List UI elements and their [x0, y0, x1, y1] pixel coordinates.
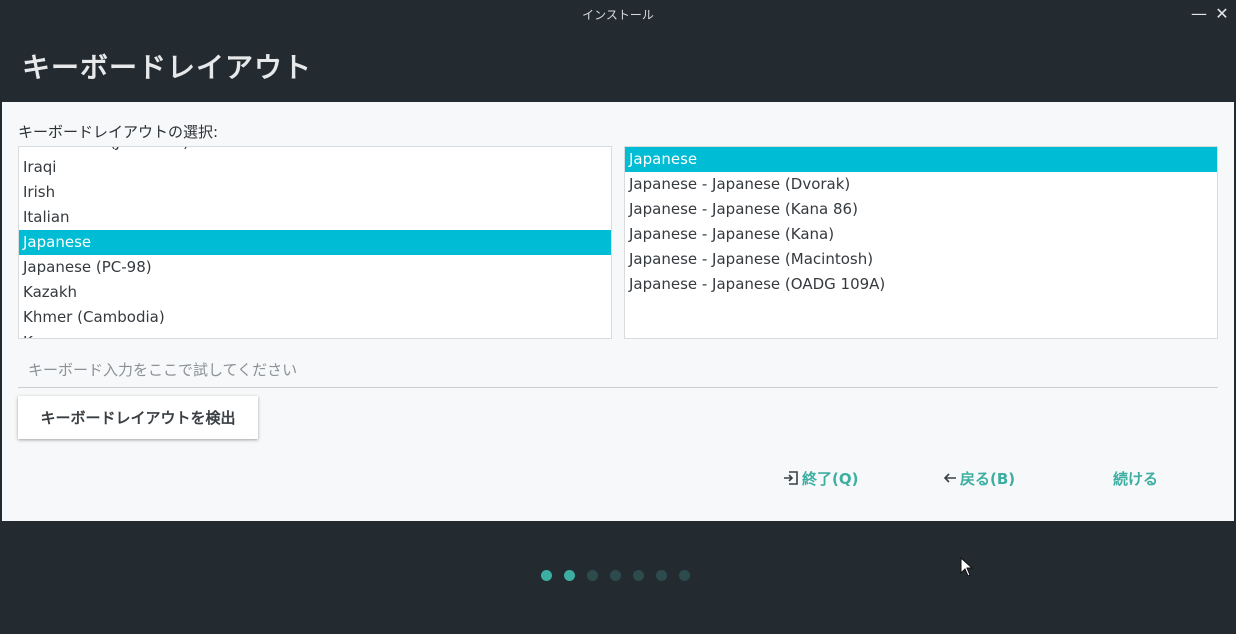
- installer-window: インストール — ✕ キーボードレイアウト キーボードレイアウトの選択: Ind…: [0, 0, 1236, 634]
- keyboard-layout-list-items: Indonesian (Javanese)IraqiIrishItalianJa…: [19, 147, 611, 338]
- step-dot: [633, 570, 644, 581]
- title-bar[interactable]: インストール — ✕: [0, 0, 1236, 28]
- page-header: キーボードレイアウト: [0, 28, 1236, 102]
- detect-layout-button[interactable]: キーボードレイアウトを検出: [18, 396, 258, 439]
- quit-button[interactable]: 終了(Q): [782, 467, 858, 489]
- layout-list-item[interactable]: Korean: [19, 330, 611, 338]
- layout-list-item[interactable]: Italian: [19, 205, 611, 230]
- layout-list-item[interactable]: Iraqi: [19, 155, 611, 180]
- continue-label: 続ける: [1113, 469, 1159, 488]
- layout-list-item[interactable]: Japanese (PC-98): [19, 255, 611, 280]
- minimize-button[interactable]: —: [1188, 3, 1210, 25]
- variant-list-item[interactable]: Japanese - Japanese (Dvorak): [625, 172, 1217, 197]
- keyboard-test-input[interactable]: [18, 352, 1218, 388]
- step-dot: [610, 570, 621, 581]
- close-button[interactable]: ✕: [1211, 3, 1233, 25]
- step-dot: [564, 570, 575, 581]
- layout-list-item[interactable]: Irish: [19, 180, 611, 205]
- step-dot: [679, 570, 690, 581]
- variant-list-item[interactable]: Japanese - Japanese (Kana 86): [625, 197, 1217, 222]
- content-panel: キーボードレイアウトの選択: Indonesian (Javanese)Iraq…: [2, 102, 1234, 521]
- variant-list-item[interactable]: Japanese - Japanese (Macintosh): [625, 247, 1217, 272]
- quit-label: 終了(Q): [802, 469, 859, 488]
- keyboard-variant-list[interactable]: Japanese Japanese - Japanese (Dvorak) Japa…: [624, 146, 1218, 339]
- keyboard-variant-list-items: Japanese Japanese - Japanese (Dvorak) Japa…: [625, 147, 1217, 297]
- arrow-left-icon: [942, 470, 958, 486]
- step-dot: [656, 570, 667, 581]
- layout-list-item[interactable]: Japanese: [19, 230, 611, 255]
- mouse-pointer-icon: [960, 557, 974, 577]
- layout-list-item[interactable]: Kazakh: [19, 280, 611, 305]
- step-dot: [541, 570, 552, 581]
- variant-list-item[interactable]: Japanese - Japanese (OADG 109A): [625, 272, 1217, 297]
- back-label: 戻る(B): [960, 469, 1016, 488]
- layout-select-label: キーボードレイアウトの選択:: [18, 123, 219, 141]
- back-button[interactable]: 戻る(B): [942, 467, 1015, 489]
- layout-list-item[interactable]: Khmer (Cambodia): [19, 305, 611, 330]
- exit-icon: [782, 469, 800, 487]
- layout-list-item[interactable]: Indonesian (Javanese): [19, 147, 611, 155]
- page-title: キーボードレイアウト: [22, 51, 313, 84]
- step-dot: [587, 570, 598, 581]
- continue-button[interactable]: 続ける: [1113, 467, 1158, 489]
- window-title: インストール: [582, 8, 654, 22]
- variant-list-item[interactable]: Japanese - Japanese (Kana): [625, 222, 1217, 247]
- keyboard-layout-list[interactable]: Indonesian (Javanese)IraqiIrishItalianJa…: [18, 146, 612, 339]
- variant-list-item[interactable]: Japanese: [625, 147, 1217, 172]
